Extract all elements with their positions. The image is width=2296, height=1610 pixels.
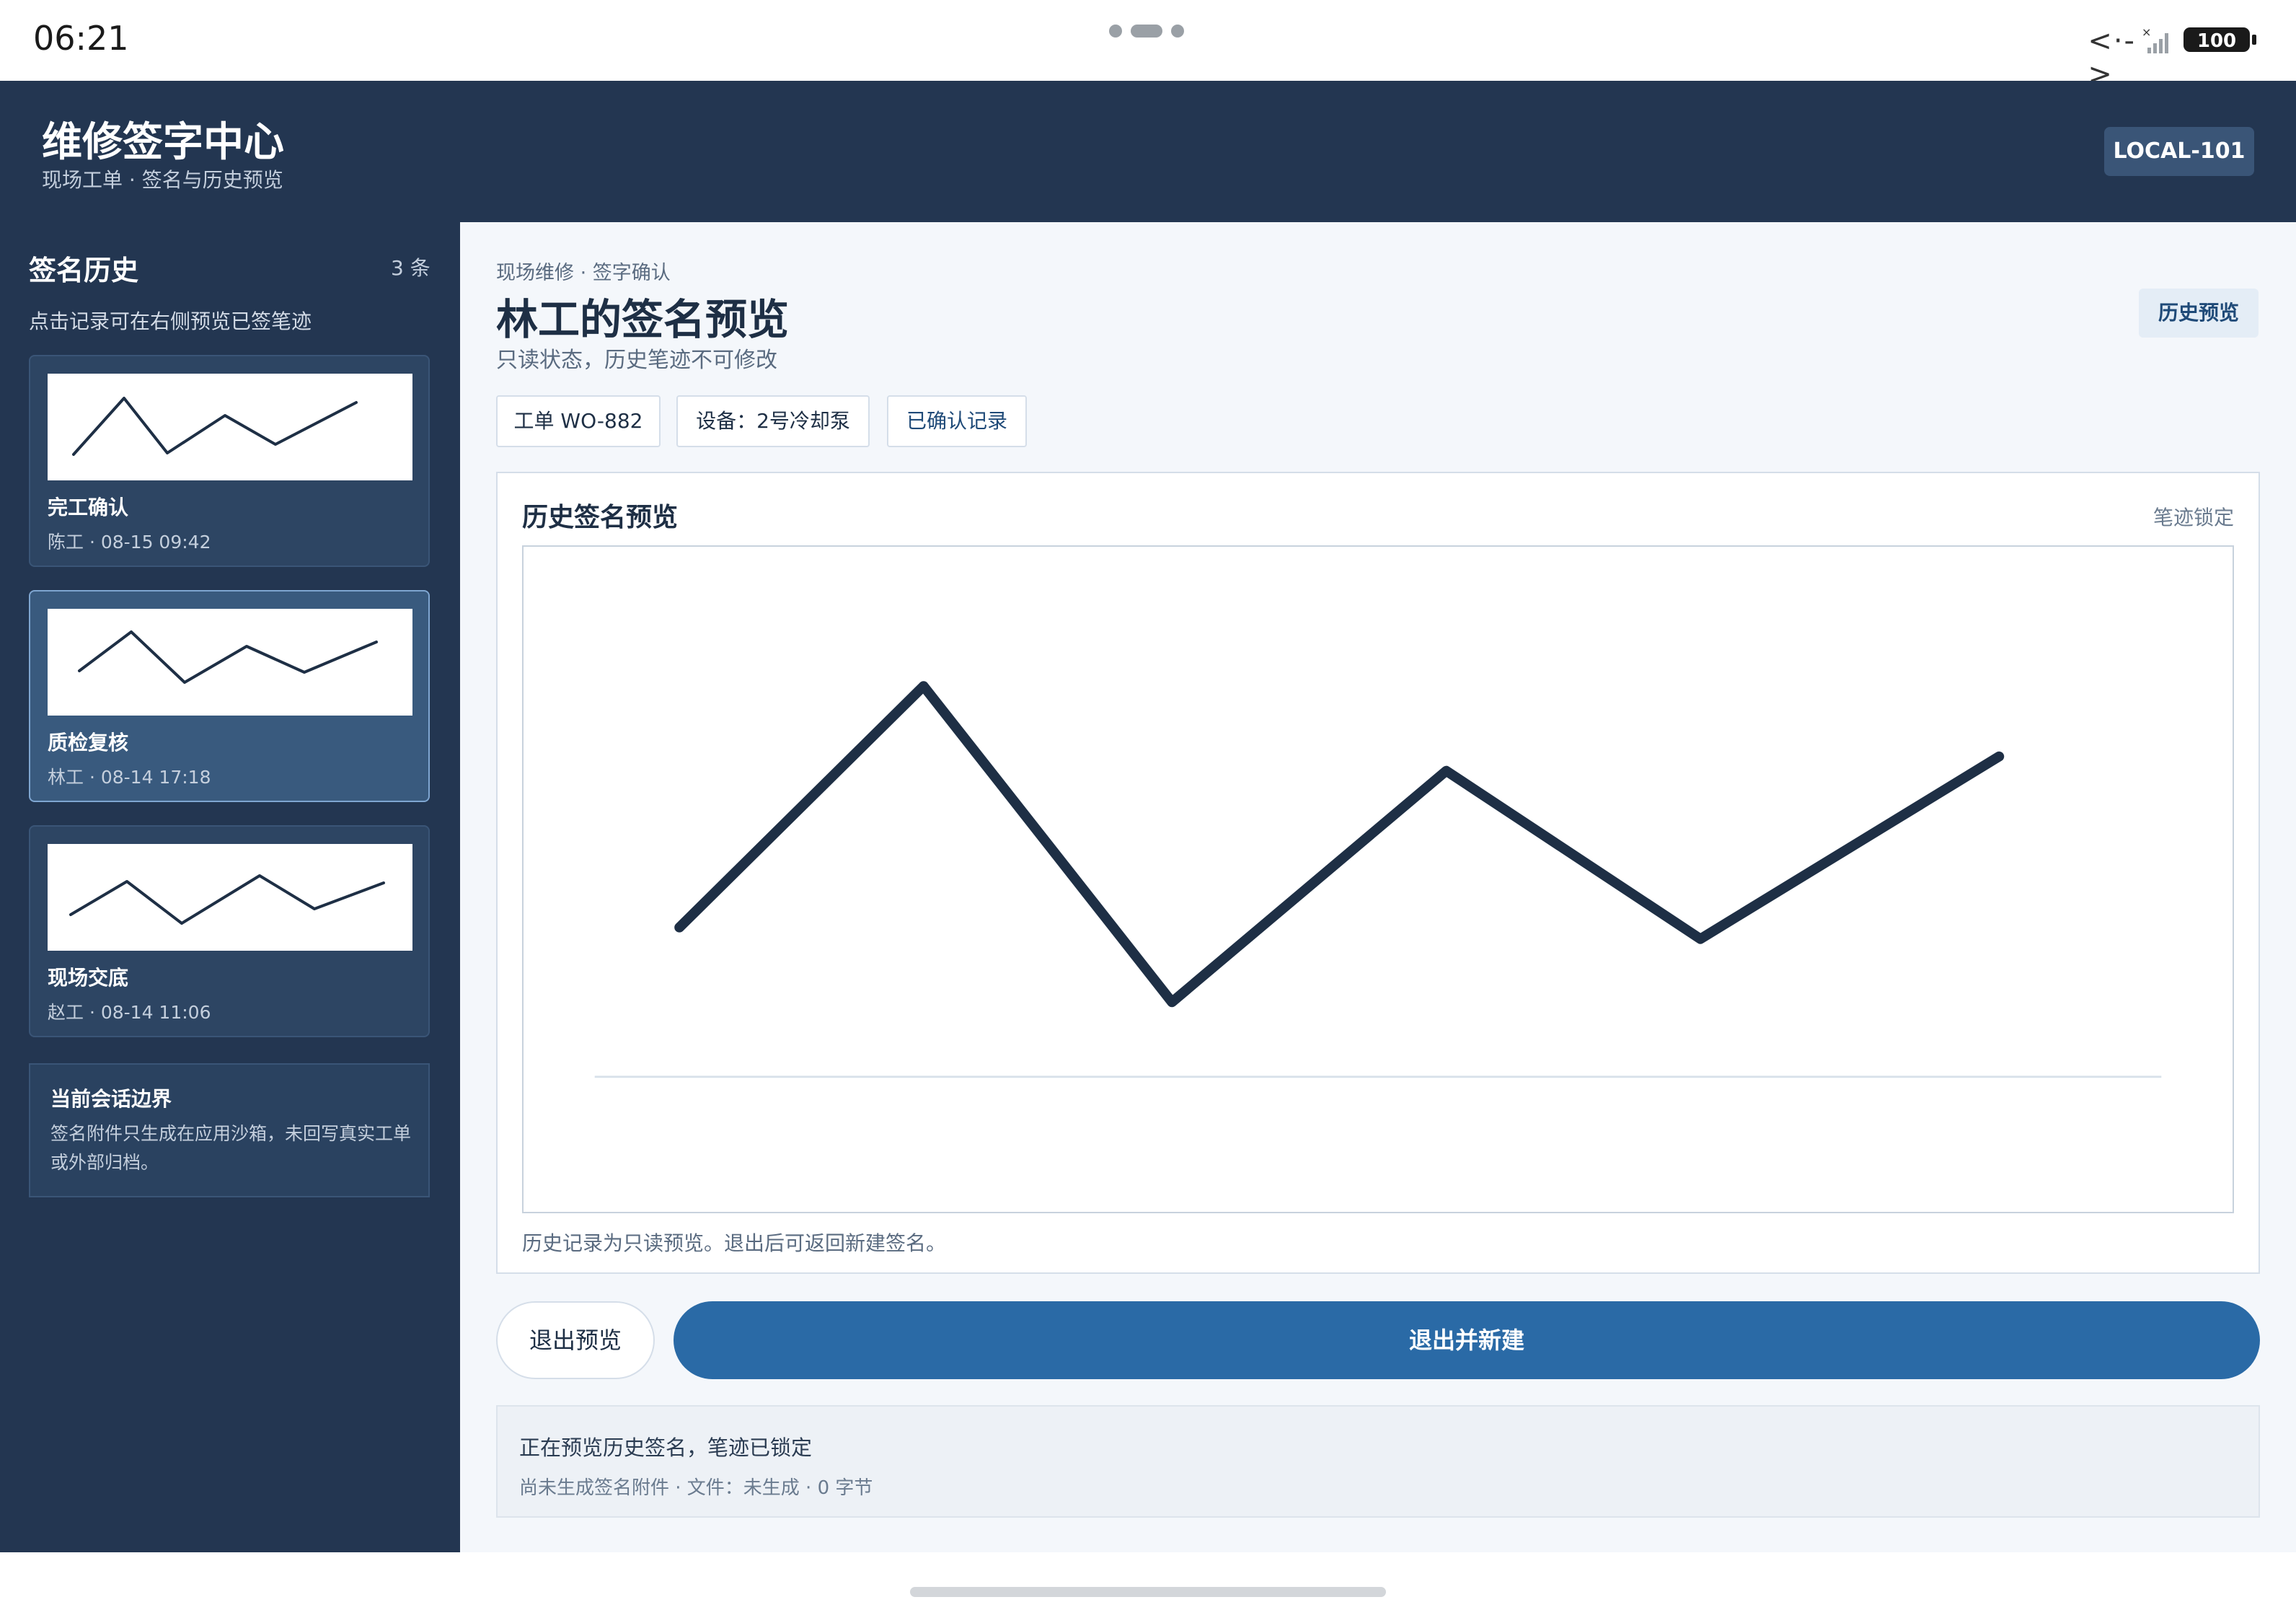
session-boundary-note: 当前会话边界 签名附件只生成在应用沙箱，未回写真实工单或外部归档。 xyxy=(29,1063,430,1197)
signature-preview-main: 现场维修 · 签字确认 林工的签名预览 只读状态，历史笔迹不可修改 历史预览 工… xyxy=(460,222,2296,1552)
attachment-status: 尚未生成签名附件 · 文件：未生成 · 0 字节 xyxy=(519,1477,873,1499)
sidebar-hint: 点击记录可在右侧预览已签笔迹 xyxy=(29,309,312,333)
signature-canvas xyxy=(522,545,2234,1213)
app-header: 维修签字中心 现场工单 · 签名与历史预览 LOCAL-101 xyxy=(0,81,2296,222)
signature-thumbnail xyxy=(48,374,412,480)
status-bar: 06:21 <·-> × 100 xyxy=(0,0,2296,91)
battery-level: 100 xyxy=(2197,30,2236,52)
boundary-title: 当前会话边界 xyxy=(50,1087,172,1111)
confirmed-chip: 已确认记录 xyxy=(887,395,1027,447)
record-meta: 陈工 · 08-15 09:42 xyxy=(48,532,211,553)
page-title: 林工的签名预览 xyxy=(496,295,790,344)
record-title: 现场交底 xyxy=(48,966,129,990)
breadcrumb: 现场维修 · 签字确认 xyxy=(496,262,671,284)
history-preview-tag: 历史预览 xyxy=(2139,289,2259,338)
stroke-locked-label: 笔迹锁定 xyxy=(2152,506,2234,529)
status-message: 正在预览历史签名，笔迹已锁定 xyxy=(519,1435,813,1460)
home-indicator[interactable] xyxy=(910,1587,1386,1597)
record-title: 完工确认 xyxy=(48,496,129,519)
no-sim-mark: × xyxy=(2142,26,2151,39)
signature-thumbnail xyxy=(48,609,412,716)
history-record[interactable]: 现场交底 赵工 · 08-14 11:06 xyxy=(29,825,430,1037)
history-record-selected[interactable]: 质检复核 林工 · 08-14 17:18 xyxy=(29,590,430,802)
status-time: 06:21 xyxy=(33,19,129,58)
status-panel: 正在预览历史签名，笔迹已锁定 尚未生成签名附件 · 文件：未生成 · 0 字节 xyxy=(496,1405,2260,1518)
battery-icon: 100 xyxy=(2184,27,2256,52)
history-record[interactable]: 完工确认 陈工 · 08-15 09:42 xyxy=(29,355,430,567)
page-subtitle: 只读状态，历史笔迹不可修改 xyxy=(496,348,777,373)
record-title: 质检复核 xyxy=(48,731,129,755)
exit-and-new-button[interactable]: 退出并新建 xyxy=(674,1301,2260,1379)
panel-title: 历史签名预览 xyxy=(522,503,679,532)
signature-history-sidebar: 签名历史 3 条 点击记录可在右侧预览已签笔迹 完工确认 陈工 · 08-15 … xyxy=(0,222,460,1552)
app-subtitle: 现场工单 · 签名与历史预览 xyxy=(42,168,283,192)
equipment-chip: 设备：2号冷却泵 xyxy=(676,395,870,447)
exit-preview-button[interactable]: 退出预览 xyxy=(496,1301,655,1379)
signature-stroke xyxy=(674,681,2005,1008)
record-meta: 赵工 · 08-14 11:06 xyxy=(48,1002,211,1023)
signal-icon: × xyxy=(2142,26,2168,53)
signature-thumbnail xyxy=(48,844,412,951)
readonly-note: 历史记录为只读预览。退出后可返回新建签名。 xyxy=(522,1231,947,1255)
record-meta: 林工 · 08-14 17:18 xyxy=(48,767,211,788)
device-badge: LOCAL-101 xyxy=(2104,127,2254,176)
record-count: 3 条 xyxy=(391,256,430,280)
work-order-chip: 工单 WO-882 xyxy=(496,395,661,447)
sidebar-title: 签名历史 xyxy=(29,255,139,286)
app-title: 维修签字中心 xyxy=(42,119,284,166)
boundary-text: 签名附件只生成在应用沙箱，未回写真实工单或外部归档。 xyxy=(50,1123,412,1173)
history-signature-panel: 历史签名预览 笔迹锁定 历史记录为只读预览。退出后可返回新建签名。 xyxy=(496,472,2260,1274)
